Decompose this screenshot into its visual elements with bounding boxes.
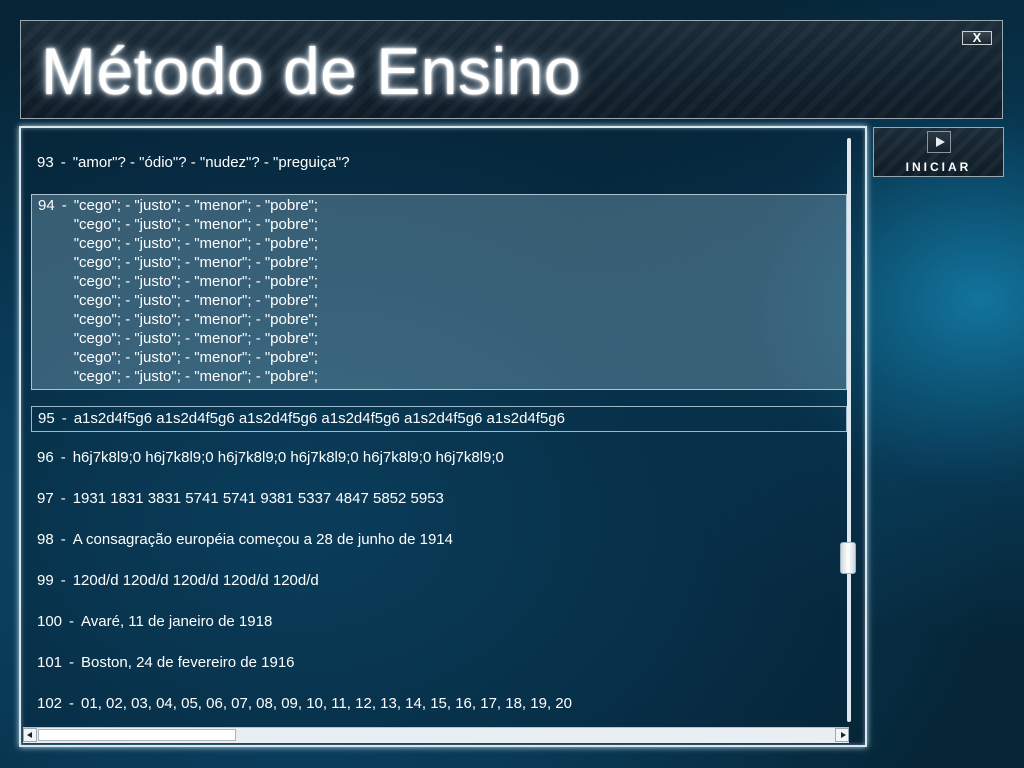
- item-text: A consagração européia começou a 28 de j…: [73, 530, 453, 549]
- item-text-line: "cego"; - "justo"; - "menor"; - "pobre";: [73, 349, 319, 366]
- arrow-right-icon[interactable]: [835, 728, 849, 742]
- item-text-line: "cego"; - "justo"; - "menor"; - "pobre";: [73, 254, 319, 271]
- item-text-line: A consagração européia começou a 28 de j…: [72, 531, 453, 548]
- item-separator: -: [60, 531, 66, 548]
- item-text-line: 1931 1831 3831 5741 5741 9381 5337 4847 …: [72, 490, 444, 507]
- item-number: 102: [37, 695, 63, 712]
- item-text: Avaré, 11 de janeiro de 1918: [81, 612, 272, 631]
- item-separator: -: [69, 613, 75, 630]
- item-text-line: 01, 02, 03, 04, 05, 06, 07, 08, 09, 10, …: [81, 695, 572, 712]
- list-item[interactable]: 100- Avaré, 11 de janeiro de 1918: [31, 612, 847, 632]
- exercise-list[interactable]: 93- "amor"? - "ódio"? - "nudez"? - "pregu…: [21, 128, 847, 728]
- item-separator: -: [60, 154, 66, 171]
- vertical-scrollbar[interactable]: [840, 138, 856, 722]
- item-text-line: 120d/d 120d/d 120d/d 120d/d 120d/d: [72, 572, 319, 589]
- item-text-line: "cego"; - "justo"; - "menor"; - "pobre";: [73, 368, 319, 385]
- item-text: 01, 02, 03, 04, 05, 06, 07, 08, 09, 10, …: [81, 694, 572, 713]
- item-separator: -: [61, 197, 67, 214]
- horizontal-scrollbar-thumb[interactable]: [38, 729, 236, 741]
- item-separator: -: [61, 410, 67, 427]
- close-button[interactable]: X: [962, 31, 992, 45]
- item-separator: -: [69, 654, 75, 671]
- item-text: Boston, 24 de fevereiro de 1916: [81, 653, 295, 672]
- item-number: 101: [37, 654, 63, 671]
- title-bar: Método de Ensino X: [20, 20, 1003, 119]
- list-item[interactable]: 101- Boston, 24 de fevereiro de 1916: [31, 653, 847, 673]
- vertical-scrollbar-thumb[interactable]: [840, 542, 856, 574]
- item-separator: -: [60, 572, 66, 589]
- item-number: 96: [37, 449, 54, 466]
- list-item[interactable]: 99-120d/d 120d/d 120d/d 120d/d 120d/d: [31, 571, 847, 591]
- item-text-line: Avaré, 11 de janeiro de 1918: [81, 613, 273, 630]
- item-text-line: h6j7k8l9;0 h6j7k8l9;0 h6j7k8l9;0 h6j7k8l…: [72, 449, 504, 466]
- item-number: 99: [37, 572, 54, 589]
- item-number: 98: [37, 531, 54, 548]
- start-button-label: INICIAR: [905, 160, 972, 174]
- list-item[interactable]: 96- h6j7k8l9;0 h6j7k8l9;0 h6j7k8l9;0 h6j7…: [31, 448, 847, 468]
- item-text: h6j7k8l9;0 h6j7k8l9;0 h6j7k8l9;0 h6j7k8l…: [73, 448, 504, 467]
- item-separator: -: [60, 449, 66, 466]
- item-text-line: "cego"; - "justo"; - "menor"; - "pobre";: [73, 216, 319, 233]
- item-separator: -: [60, 490, 66, 507]
- item-text: 1931 1831 3831 5741 5741 9381 5337 4847 …: [73, 489, 444, 508]
- list-item[interactable]: 98- A consagração européia começou a 28 d…: [31, 530, 847, 550]
- item-text-line: "cego"; - "justo"; - "menor"; - "pobre";: [73, 273, 319, 290]
- item-text-line: a1s2d4f5g6 a1s2d4f5g6 a1s2d4f5g6 a1s2d4f…: [73, 410, 565, 427]
- list-item[interactable]: 94- "cego"; - "justo"; - "menor"; - "pobr…: [31, 194, 847, 390]
- item-text: "cego"; - "justo"; - "menor"; - "pobre";…: [74, 196, 318, 386]
- item-separator: -: [69, 695, 75, 712]
- item-number: 97: [37, 490, 54, 507]
- item-text-line: "cego"; - "justo"; - "menor"; - "pobre";: [73, 311, 319, 328]
- item-number: 94: [38, 197, 55, 214]
- item-text: 120d/d 120d/d 120d/d 120d/d 120d/d: [73, 571, 319, 590]
- arrow-left-icon[interactable]: [23, 728, 37, 742]
- item-text-line: "amor"? - "ódio"? - "nudez"? - "preguiça…: [72, 154, 350, 171]
- item-number: 100: [37, 613, 63, 630]
- item-number: 93: [37, 154, 54, 171]
- list-item[interactable]: 97-1931 1831 3831 5741 5741 9381 5337 48…: [31, 489, 847, 509]
- list-item[interactable]: 93- "amor"? - "ódio"? - "nudez"? - "pregu…: [31, 153, 847, 173]
- item-text: a1s2d4f5g6 a1s2d4f5g6 a1s2d4f5g6 a1s2d4f…: [74, 409, 565, 428]
- list-item[interactable]: 102-01, 02, 03, 04, 05, 06, 07, 08, 09, …: [31, 694, 847, 714]
- app-title: Método de Ensino: [41, 34, 582, 108]
- item-text-line: "cego"; - "justo"; - "menor"; - "pobre";: [73, 235, 319, 252]
- item-text-line: "cego"; - "justo"; - "menor"; - "pobre";: [73, 197, 319, 214]
- item-text-line: "cego"; - "justo"; - "menor"; - "pobre";: [73, 292, 319, 309]
- item-text: "amor"? - "ódio"? - "nudez"? - "preguiça…: [73, 153, 350, 172]
- item-text-line: Boston, 24 de fevereiro de 1916: [81, 654, 295, 671]
- item-number: 95: [38, 410, 55, 427]
- list-item[interactable]: 95- a1s2d4f5g6 a1s2d4f5g6 a1s2d4f5g6 a1s2…: [31, 406, 847, 432]
- exercise-list-panel: 93- "amor"? - "ódio"? - "nudez"? - "pregu…: [19, 126, 867, 747]
- horizontal-scrollbar[interactable]: [23, 727, 849, 743]
- start-button[interactable]: INICIAR: [873, 127, 1004, 177]
- item-text-line: "cego"; - "justo"; - "menor"; - "pobre";: [73, 330, 319, 347]
- play-icon: [927, 131, 951, 153]
